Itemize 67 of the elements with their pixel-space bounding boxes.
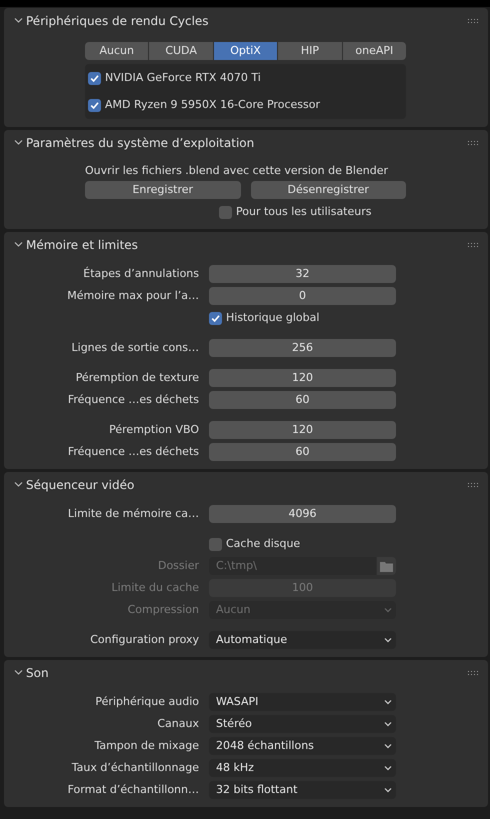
checkbox[interactable]: [219, 206, 232, 218]
field-label: Lignes de sortie cons…: [72, 340, 199, 354]
tab[interactable]: OptiX: [214, 42, 278, 60]
tab[interactable]: CUDA: [149, 42, 213, 60]
panel-title[interactable]: Périphériques de rendu Cycles: [26, 12, 209, 30]
button[interactable]: Désenregistrer: [250, 181, 406, 199]
dropdown[interactable]: 2048 échantillons: [209, 737, 396, 755]
field-label: Configuration proxy: [90, 632, 199, 646]
dropdown[interactable]: 48 kHz: [209, 759, 396, 777]
number-field[interactable]: 60: [209, 443, 396, 461]
number-field[interactable]: 4096: [209, 505, 396, 523]
field-label: Étapes d’annulations: [83, 266, 199, 280]
number-field[interactable]: 120: [209, 421, 396, 439]
field-label: Fréquence …es déchets: [68, 392, 199, 406]
field-label: Format d’échantillonn…: [68, 782, 199, 796]
chevron-icon[interactable]: [14, 480, 23, 489]
field-label: Péremption VBO: [109, 422, 199, 436]
field-label: Canaux: [157, 716, 199, 730]
checkbox-label: Historique global: [226, 310, 320, 326]
field-label: Limite de mémoire ca…: [68, 506, 199, 520]
checkbox[interactable]: [88, 72, 101, 84]
field-label: Taux d’échantillonnage: [72, 760, 199, 774]
chevron-icon[interactable]: [14, 668, 23, 677]
panel-title[interactable]: Paramètres du système d’exploitation: [26, 134, 254, 152]
chevron-icon[interactable]: [14, 240, 23, 249]
panel-title[interactable]: Mémoire et limites: [26, 236, 138, 254]
number-field[interactable]: 256: [209, 339, 396, 357]
checkbox-label: Cache disque: [226, 536, 300, 552]
dropdown[interactable]: WASAPI: [209, 693, 396, 711]
caret-icon: [384, 637, 392, 643]
field-label: Mémoire max pour l’a…: [67, 288, 199, 302]
caret-icon: [384, 721, 392, 727]
dropdown[interactable]: Stéréo: [209, 715, 396, 733]
checkbox-label: Pour tous les utilisateurs: [236, 204, 372, 220]
caret-icon: [384, 743, 392, 749]
button[interactable]: Enregistrer: [85, 181, 240, 199]
chevron-icon[interactable]: [14, 138, 23, 147]
tab[interactable]: Aucun: [85, 42, 148, 60]
chevron-icon[interactable]: [14, 16, 23, 25]
number-field[interactable]: 60: [209, 391, 396, 409]
field-label: Péremption de texture: [76, 370, 199, 384]
field-label: Limite du cache: [111, 580, 199, 594]
panel-title[interactable]: Séquenceur vidéo: [26, 476, 134, 494]
tab[interactable]: HIP: [278, 42, 342, 60]
field-label: Tampon de mixage: [94, 738, 199, 752]
number-field[interactable]: 0: [209, 287, 396, 305]
caret-icon: [384, 607, 392, 613]
field-label: Périphérique audio: [95, 694, 199, 708]
checkbox-label: NVIDIA GeForce RTX 4070 Ti: [105, 70, 261, 86]
number-field[interactable]: 120: [209, 369, 396, 387]
field-label: Compression: [128, 602, 199, 616]
checkbox[interactable]: [209, 538, 222, 550]
dropdown[interactable]: Automatique: [209, 631, 396, 649]
field-label: Dossier: [158, 558, 199, 572]
description-text: Ouvrir les fichiers .blend avec cette version de Blender: [85, 163, 389, 177]
caret-icon: [384, 699, 392, 705]
dropdown[interactable]: 32 bits flottant: [209, 781, 396, 799]
folder-button[interactable]: [377, 557, 396, 575]
caret-icon: [384, 765, 392, 771]
caret-icon: [384, 787, 392, 793]
checkbox[interactable]: [209, 312, 222, 324]
checkbox[interactable]: [88, 98, 101, 112]
number-field[interactable]: 32: [209, 265, 396, 283]
checkbox-label: AMD Ryzen 9 5950X 16-Core Processor: [105, 96, 320, 113]
field-label: Fréquence …es déchets: [68, 444, 199, 458]
tab[interactable]: oneAPI: [342, 42, 406, 60]
panel-title[interactable]: Son: [26, 664, 49, 682]
